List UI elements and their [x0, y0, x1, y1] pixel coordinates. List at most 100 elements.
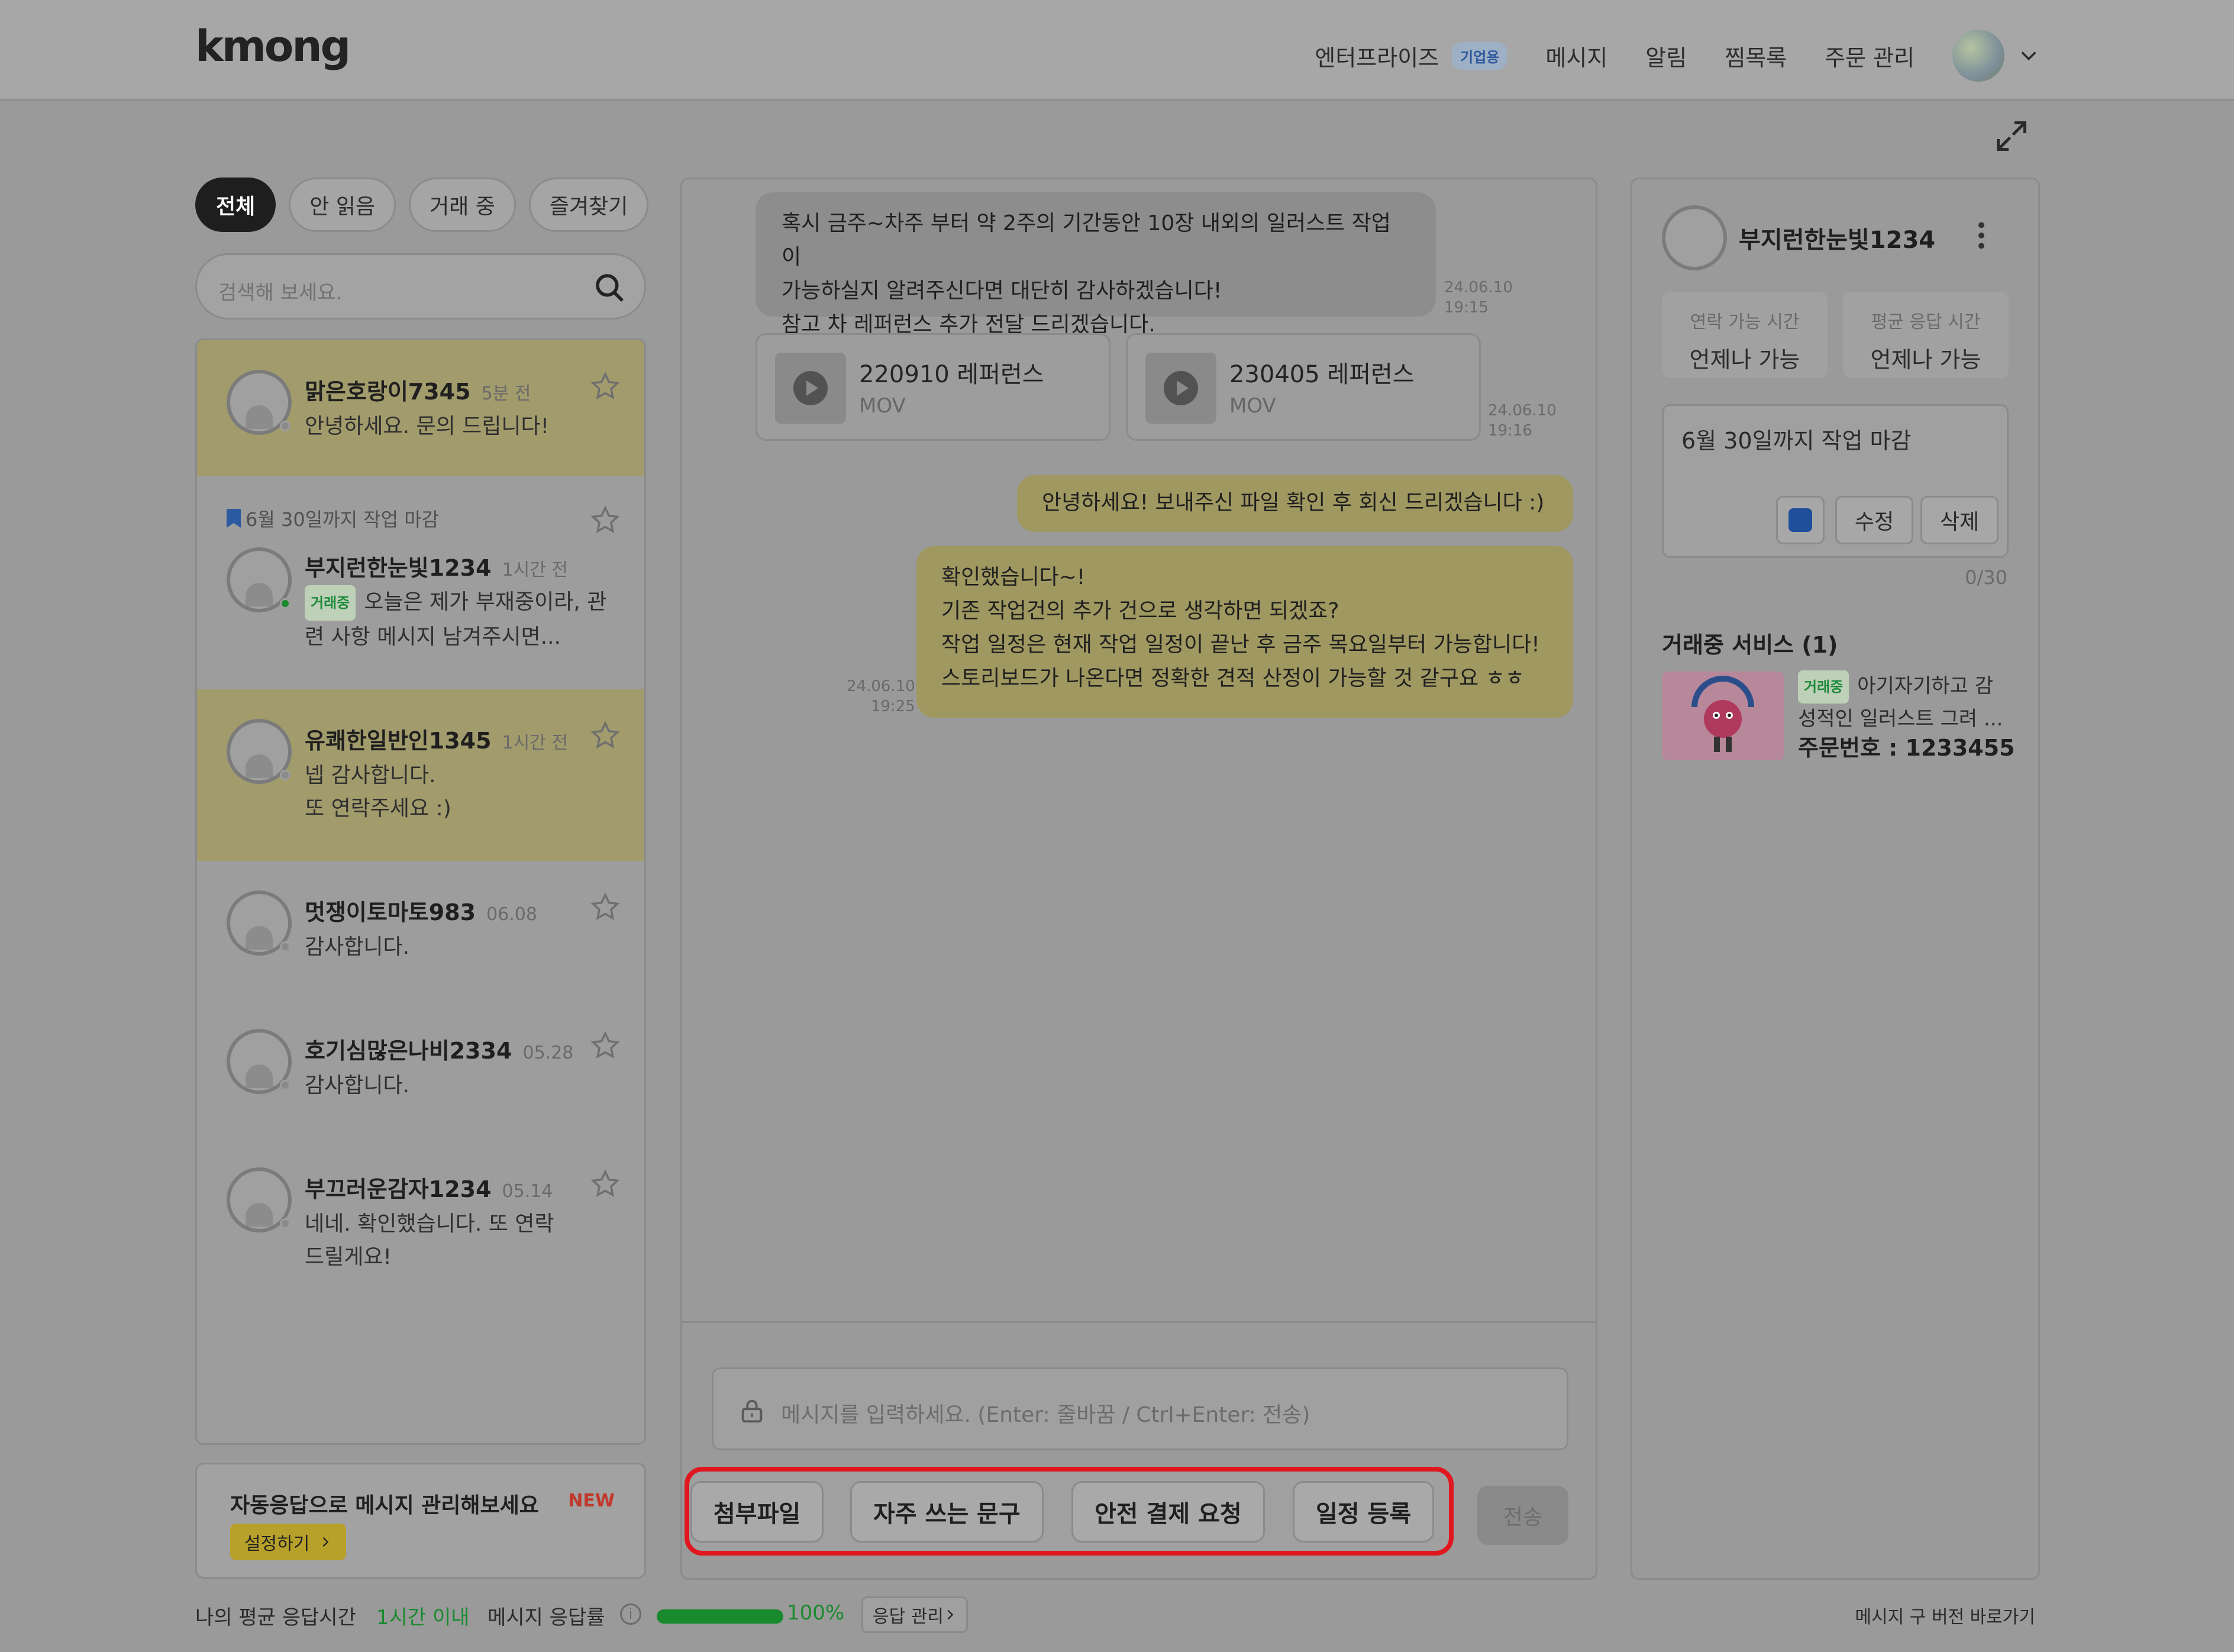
pinned-memo: 6월 30일까지 작업 마감	[227, 505, 439, 532]
conversation-list: 맑은호랑이7345 5분 전 안녕하세요. 문의 드립니다! 6월 30일까지 작…	[195, 338, 646, 1445]
filter-in-deal[interactable]: 거래 중	[409, 178, 516, 232]
conversation-item[interactable]: 유쾌한일반인1345 1시간 전 넵 감사합니다. 또 연락주세요 :)	[197, 689, 644, 861]
schedule-register-button[interactable]: 일정 등록	[1293, 1481, 1435, 1543]
user-avatar[interactable]	[1952, 30, 2004, 82]
conversation-name: 멋쟁이토마토983 06.08	[305, 899, 537, 925]
search-icon[interactable]	[593, 272, 627, 305]
message-input[interactable]: 메시지를 입력하세요. (Enter: 줄바꿈 / Ctrl+Enter: 전송…	[712, 1367, 1568, 1450]
nav-notifications[interactable]: 알림	[1645, 40, 1687, 72]
order-number: 주문번호 : 1233455	[1798, 735, 2015, 761]
conversation-time: 05.28	[522, 1043, 574, 1063]
nav-wishlist[interactable]: 찜목록	[1725, 40, 1787, 72]
star-icon[interactable]	[590, 505, 621, 535]
star-icon[interactable]	[590, 1030, 621, 1061]
response-management-button[interactable]: 응답 관리	[861, 1596, 968, 1633]
file-type: MOV	[859, 394, 906, 418]
lock-icon	[741, 1399, 763, 1423]
message-timestamp: 24.06.10 19:15	[1444, 279, 1513, 317]
filter-unread[interactable]: 안 읽음	[289, 178, 396, 232]
response-time-value: 언제나 가능	[1870, 347, 1981, 373]
star-icon[interactable]	[590, 720, 621, 751]
auto-reply-settings-button[interactable]: 설정하기	[230, 1524, 347, 1560]
search-input[interactable]: 검색해 보세요.	[195, 253, 646, 320]
file-thumbnail	[1145, 353, 1216, 424]
message-timestamp: 24.06.10 19:25	[847, 677, 915, 715]
kmong-logo[interactable]: kmong	[195, 21, 351, 71]
play-icon	[1164, 371, 1198, 405]
enterprise-badge: 기업용	[1452, 41, 1508, 70]
file-thumbnail	[775, 353, 846, 424]
play-icon	[793, 371, 828, 405]
memo-edit-button[interactable]: 수정	[1835, 496, 1913, 544]
conversation-item[interactable]: 멋쟁이토마토983 06.08 감사합니다.	[197, 861, 644, 999]
auto-reply-title: 자동응답으로 메시지 관리해보세요	[230, 1493, 539, 1518]
file-name: 230405 레퍼런스	[1229, 361, 1415, 388]
new-badge: NEW	[568, 1490, 615, 1511]
avg-response-value: 1시간 이내	[376, 1606, 470, 1630]
conversation-name: 유쾌한일반인1345 1시간 전	[305, 728, 568, 754]
auto-reply-banner: 자동응답으로 메시지 관리해보세요 NEW 설정하기	[195, 1463, 646, 1579]
conversation-preview: 네네. 확인했습니다. 또 연락 드릴게요!	[305, 1212, 554, 1269]
service-description[interactable]: 거래중 아기자기하고 감성적인 일러스트 그려 ...	[1798, 670, 2011, 734]
search-placeholder: 검색해 보세요.	[218, 281, 343, 305]
safe-payment-request-button[interactable]: 안전 결제 요청	[1071, 1481, 1265, 1543]
nav-enterprise[interactable]: 엔터프라이즈 기업용	[1315, 40, 1508, 72]
conversation-preview: 감사합니다.	[305, 1073, 410, 1098]
chevron-right-icon	[322, 1537, 329, 1547]
conversation-time: 5분 전	[481, 383, 531, 404]
divider	[682, 1321, 1596, 1323]
received-message: 혹시 금주~차주 부터 약 2주의 기간동안 10장 내외의 일러스트 작업이 …	[756, 192, 1436, 337]
memo-counter: 0/30	[1965, 566, 2007, 589]
expand-icon[interactable]	[1994, 118, 2029, 154]
online-dot	[280, 598, 290, 609]
conversation-filters: 전체 안 읽음 거래 중 즐겨찾기	[195, 178, 649, 232]
file-type: MOV	[1229, 394, 1276, 418]
memo-box[interactable]: 6월 30일까지 작업 마감 수정 삭제	[1662, 404, 2009, 558]
chevron-down-icon[interactable]	[2019, 46, 2039, 66]
service-thumbnail[interactable]	[1662, 672, 1784, 760]
memo-text: 6월 30일까지 작업 마감	[1681, 428, 1912, 454]
old-version-link[interactable]: 메시지 구 버전 바로가기	[1855, 1602, 2035, 1628]
message-line: 가능하실지 알려주신다면 대단히 감사하겠습니다!	[782, 279, 1222, 303]
star-icon[interactable]	[590, 1169, 621, 1199]
response-management-label: 응답 관리	[873, 1606, 944, 1627]
response-time-label: 평균 응답 시간	[1871, 312, 1981, 333]
frequent-phrases-button[interactable]: 자주 쓰는 문구	[850, 1481, 1044, 1543]
star-icon[interactable]	[590, 892, 621, 922]
file-attachment[interactable]: 230405 레퍼런스 MOV	[1126, 333, 1481, 441]
message-line: 확인했습니다~!	[941, 565, 1086, 589]
attach-file-button[interactable]: 첨부파일	[690, 1481, 824, 1543]
auto-reply-settings-label: 설정하기	[244, 1534, 310, 1554]
active-services-title: 거래중 서비스 (1)	[1662, 632, 1838, 658]
contact-time-card: 연락 가능 시간 언제나 가능	[1662, 292, 1828, 378]
top-header: kmong 엔터프라이즈 기업용 메시지 알림 찜목록 주문 관리	[0, 0, 2234, 101]
send-button[interactable]: 전송	[1477, 1486, 1568, 1545]
conversation-preview: 안녕하세요. 문의 드립니다!	[305, 414, 550, 438]
star-icon[interactable]	[590, 371, 621, 402]
nav-orders[interactable]: 주문 관리	[1825, 40, 1915, 72]
filter-favorites[interactable]: 즐겨찾기	[528, 178, 649, 232]
profile-panel: 부지런한눈빛1234 연락 가능 시간 언제나 가능 평균 응답 시간 언제나 …	[1631, 178, 2040, 1580]
file-attachment[interactable]: 220910 레퍼런스 MOV	[756, 333, 1110, 441]
info-icon[interactable]: i	[620, 1603, 641, 1625]
conversation-preview: 넵 감사합니다. 또 연락주세요 :)	[305, 763, 451, 821]
message-line: 스토리보드가 나온다면 정확한 견적 산정이 가능할 것 같구요 ㅎㅎ	[941, 666, 1525, 691]
more-options-icon[interactable]	[1978, 221, 1985, 250]
conversation-name: 부끄러운감자1234 05.14	[305, 1176, 553, 1202]
status-dot	[280, 1218, 290, 1229]
memo-color-picker[interactable]	[1776, 496, 1825, 544]
conversation-name: 호기심많은나비2334 05.28	[305, 1038, 574, 1064]
conversation-item[interactable]: 맑은호랑이7345 5분 전 안녕하세요. 문의 드립니다!	[197, 340, 644, 476]
message-timestamp: 24.06.10 19:16	[1488, 402, 1557, 440]
conversation-item[interactable]: 호기심많은나비2334 05.28 감사합니다.	[197, 999, 644, 1138]
nav-messages[interactable]: 메시지	[1545, 40, 1607, 72]
memo-delete-button[interactable]: 삭제	[1920, 496, 1999, 544]
conversation-name: 맑은호랑이7345 5분 전	[305, 379, 531, 405]
in-deal-tag: 거래중	[1798, 670, 1849, 704]
filter-all[interactable]: 전체	[195, 178, 276, 232]
response-rate-label: 메시지 응답률	[488, 1606, 605, 1630]
message-line: 기존 작업건의 추가 건으로 생각하면 되겠죠?	[941, 599, 1339, 623]
conversation-item[interactable]: 6월 30일까지 작업 마감 부지런한눈빛1234 1시간 전 거래중 오늘은 제가…	[197, 476, 644, 689]
conversation-item[interactable]: 부끄러운감자1234 05.14 네네. 확인했습니다. 또 연락 드릴게요!	[197, 1138, 644, 1309]
in-deal-tag: 거래중	[305, 585, 356, 621]
